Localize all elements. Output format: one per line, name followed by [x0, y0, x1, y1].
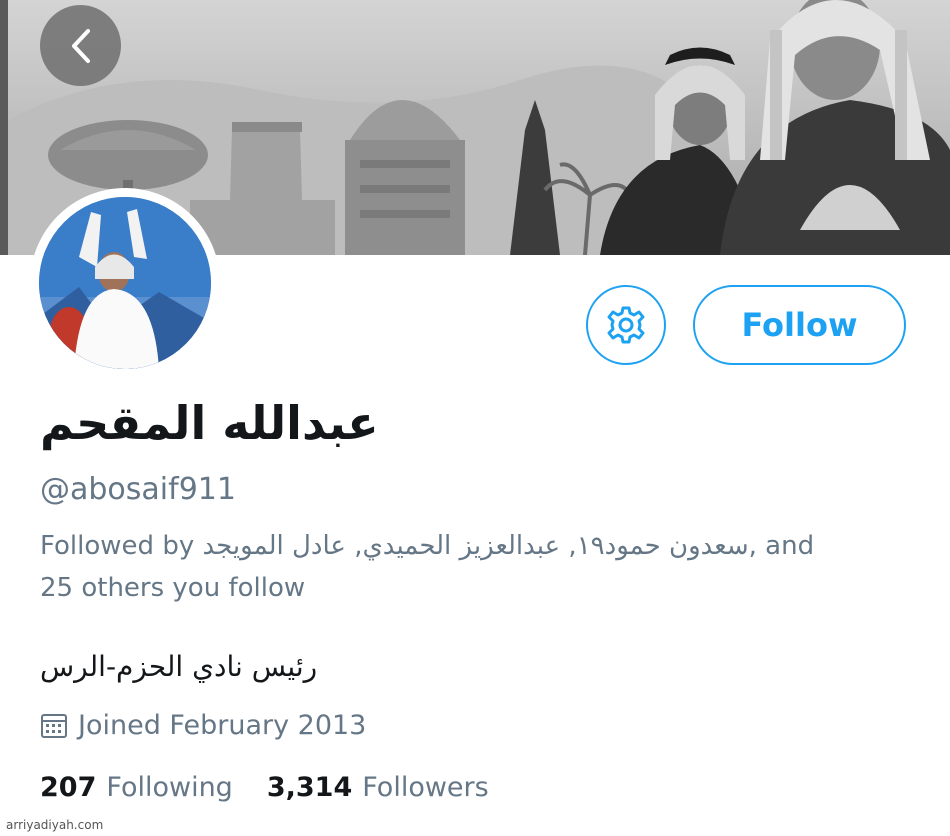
- followed-by-others[interactable]: 25 others you follow: [40, 573, 305, 603]
- calendar-icon: [41, 713, 67, 738]
- chevron-left-icon: [71, 28, 90, 63]
- joined-label: Joined February 2013: [78, 710, 367, 741]
- back-button[interactable]: [40, 5, 121, 86]
- display-name: عبدالله المقحم: [40, 396, 379, 450]
- followed-by-text: Followed by سعدون حمود١٩, عبدالعزيز الحم…: [40, 525, 910, 609]
- profile-stats: 207 Following 3,314 Followers: [40, 772, 523, 803]
- followed-by-prefix: Followed by: [40, 531, 195, 561]
- followed-by-names[interactable]: سعدون حمود١٩, عبدالعزيز الحميدي, عادل ال…: [202, 531, 748, 561]
- username-handle: @abosaif911: [40, 472, 236, 507]
- followers-label: Followers: [362, 772, 489, 803]
- avatar-image: [39, 197, 211, 369]
- follow-button[interactable]: Follow: [693, 285, 906, 365]
- followers-count: 3,314: [266, 772, 353, 803]
- joined-date: Joined February 2013: [40, 710, 366, 741]
- gear-icon: [607, 306, 645, 344]
- followed-by-suffix: , and: [748, 531, 815, 561]
- following-count: 207: [40, 772, 97, 803]
- avatar[interactable]: [30, 188, 220, 378]
- followers-stat[interactable]: 3,314 Followers: [267, 772, 489, 803]
- following-label: Following: [106, 772, 233, 803]
- settings-button[interactable]: [586, 285, 666, 365]
- watermark: arriyadiyah.com: [6, 818, 104, 832]
- bio-text: رئيس نادي الحزم-الرس: [40, 650, 318, 683]
- following-stat[interactable]: 207 Following: [40, 772, 233, 803]
